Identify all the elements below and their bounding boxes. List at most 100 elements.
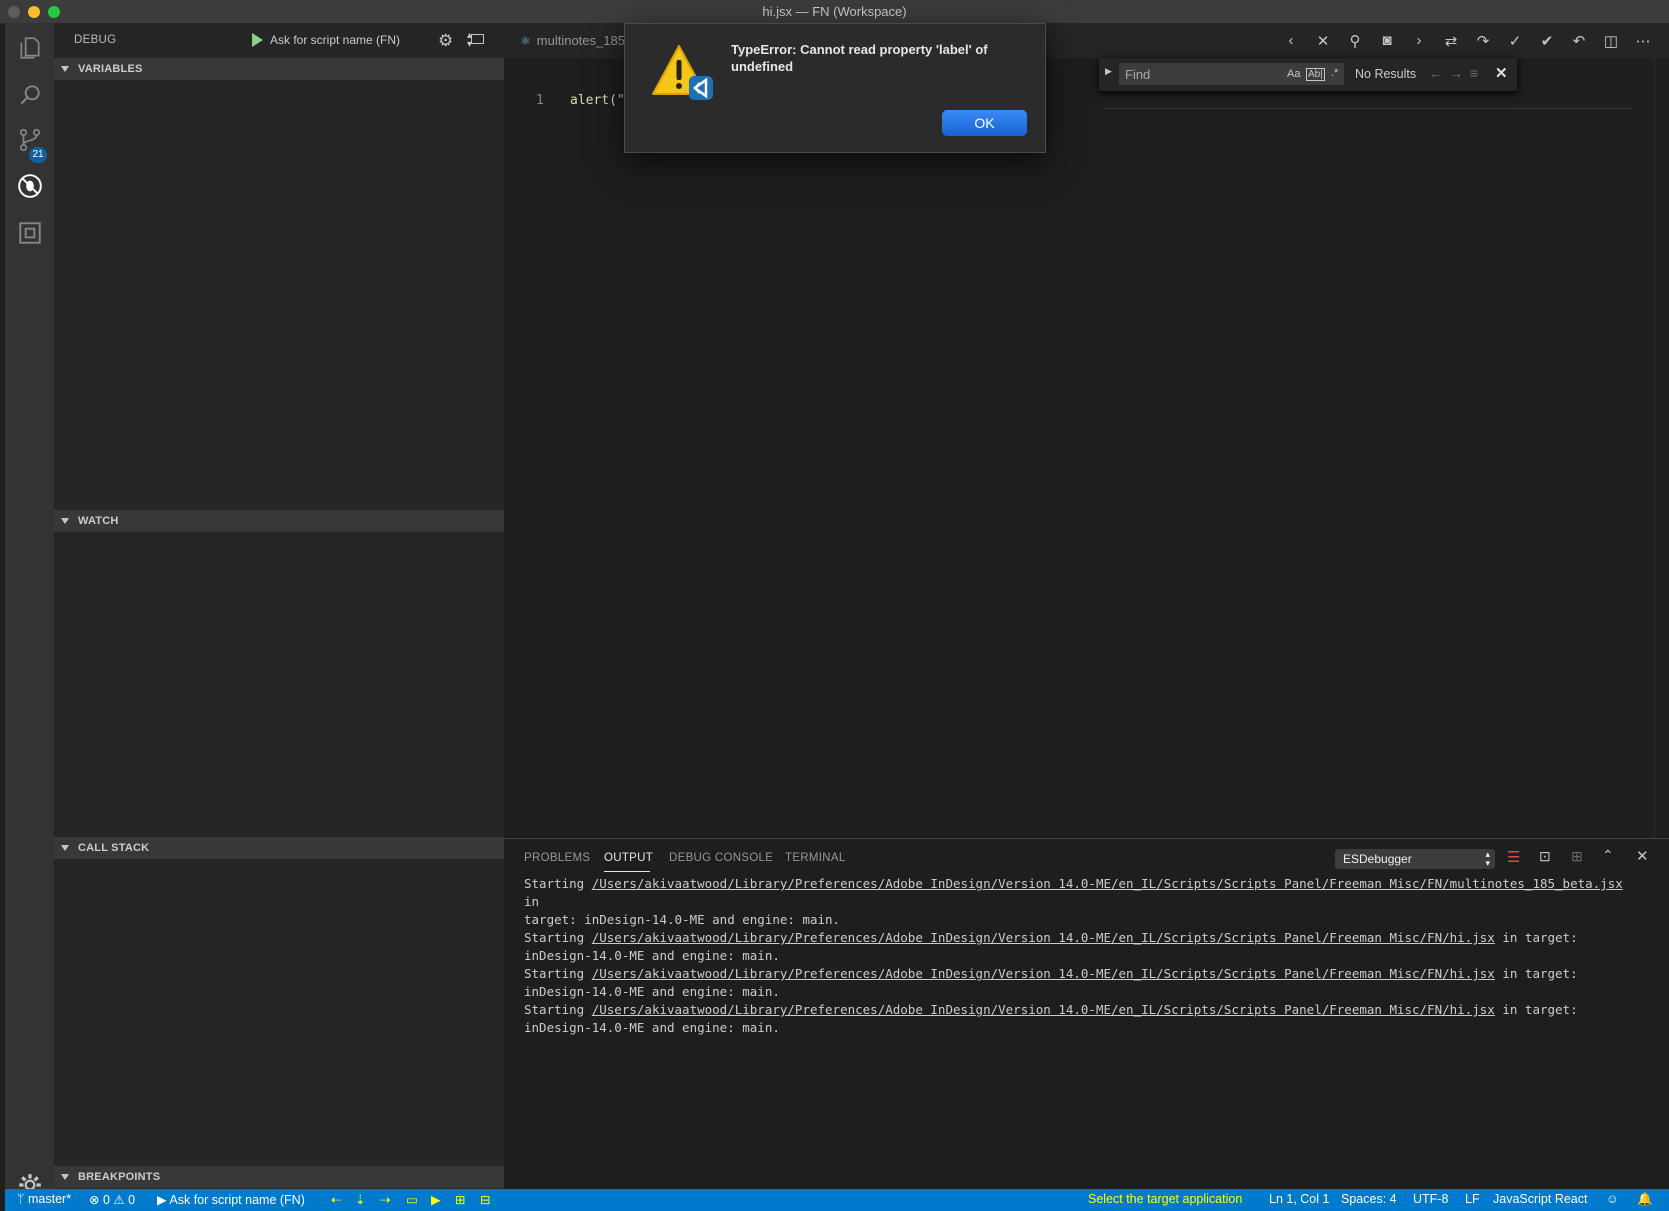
debug-toolbar: DEBUG Ask for script name (FN) ▴ ▾ ⚙	[54, 23, 504, 58]
output-channel-value: ESDebugger	[1343, 852, 1412, 866]
continue-icon[interactable]: ⇠	[331, 1192, 341, 1207]
output-entry: Starting /Users/akivaatwood/Library/Pref…	[524, 876, 1623, 927]
step-over-icon[interactable]: ⇢	[380, 1192, 390, 1207]
undo-icon[interactable]: ↶	[1563, 32, 1595, 50]
run-icon[interactable]: ▶	[431, 1192, 441, 1207]
react-file-icon: ⚛	[520, 33, 531, 48]
variables-title: VARIABLES	[78, 63, 143, 75]
call-stack-title: CALL STACK	[78, 842, 150, 854]
add-icon[interactable]: ⊞	[455, 1192, 465, 1207]
match-case-icon[interactable]: Aa	[1287, 68, 1300, 80]
editor-actions: ‹ ✕ ⚲ ◙ › ⇄ ↷ ✓ ✔ ↶ ◫ ⋯	[1275, 23, 1659, 58]
collapse-icon	[61, 1174, 69, 1180]
tab-debug-console[interactable]: DEBUG CONSOLE	[669, 852, 773, 864]
tab-output[interactable]: OUTPUT	[604, 852, 653, 864]
encoding-status[interactable]: UTF-8	[1413, 1192, 1448, 1206]
extensions-button[interactable]	[5, 213, 54, 253]
feedback-icon[interactable]: ☺	[1606, 1192, 1619, 1206]
dialog-message: TypeError: Cannot read property 'label' …	[731, 42, 988, 74]
file-link[interactable]: /Users/akivaatwood/Library/Preferences/A…	[592, 876, 1623, 891]
code-line[interactable]: alert("	[570, 93, 625, 108]
debug-title: DEBUG	[74, 34, 117, 46]
tab-problems[interactable]: PROBLEMS	[524, 852, 590, 864]
tab-multinotes[interactable]: ⚛ multinotes_185	[504, 23, 641, 58]
output-entry: Starting /Users/akivaatwood/Library/Pref…	[524, 966, 1578, 999]
lock-icon[interactable]: ⊡	[1539, 848, 1551, 865]
gear-icon[interactable]: ⚙	[438, 31, 453, 51]
match-word-icon[interactable]: Ab|	[1306, 68, 1325, 81]
file-link[interactable]: /Users/akivaatwood/Library/Preferences/A…	[592, 966, 1495, 981]
explorer-button[interactable]	[5, 28, 54, 68]
select-arrows-icon: ▴ ▾	[1485, 849, 1490, 868]
previous-match-icon[interactable]: ←	[1429, 65, 1443, 81]
file-link[interactable]: /Users/akivaatwood/Library/Preferences/A…	[592, 930, 1495, 945]
close-icon[interactable]: ✕	[1307, 32, 1339, 50]
compare-icon[interactable]: ⇄	[1435, 32, 1467, 50]
files-icon	[19, 37, 40, 59]
cursor-position[interactable]: Ln 1, Col 1	[1269, 1192, 1329, 1206]
ok-button[interactable]: OK	[942, 110, 1027, 136]
check-icon[interactable]: ✓	[1499, 32, 1531, 50]
breakpoints-section-header[interactable]: BREAKPOINTS	[54, 1166, 504, 1188]
debug-config-status[interactable]: ▶ Ask for script name (FN)	[157, 1192, 305, 1207]
branch-icon: ᛘ	[17, 1192, 25, 1206]
search-icon[interactable]: ⚲	[1339, 32, 1371, 50]
language-status[interactable]: JavaScript React	[1493, 1192, 1587, 1206]
collapse-icon	[61, 518, 69, 524]
debug-icon	[17, 174, 42, 198]
source-control-button[interactable]: 21	[5, 120, 54, 163]
collapse-icon	[61, 66, 69, 72]
output-entry: Starting /Users/akivaatwood/Library/Pref…	[524, 930, 1578, 963]
watch-section-header[interactable]: WATCH	[54, 510, 504, 532]
call-stack-section-header[interactable]: CALL STACK	[54, 837, 504, 859]
activity-bar: 21	[5, 23, 54, 1196]
debug-sidebar: DEBUG Ask for script name (FN) ▴ ▾ ⚙ VARI…	[54, 23, 504, 1189]
indentation-status[interactable]: Spaces: 4	[1341, 1192, 1397, 1206]
next-match-icon[interactable]: →	[1449, 65, 1463, 81]
find-widget: ▶ Aa Ab| .* No Results ← → ≡ ✕	[1099, 58, 1517, 91]
error-dialog: TypeError: Cannot read property 'label' …	[624, 23, 1046, 153]
debug-console-icon[interactable]	[471, 34, 484, 44]
next-icon[interactable]: ›	[1403, 32, 1435, 49]
close-find-icon[interactable]: ✕	[1495, 64, 1508, 82]
output-channel-select[interactable]: ESDebugger ▴ ▾	[1335, 849, 1495, 869]
target-app-status[interactable]: Select the target application	[1088, 1192, 1242, 1206]
bell-icon[interactable]: 🔔	[1637, 1192, 1653, 1207]
split-editor-icon[interactable]: ◫	[1595, 32, 1627, 50]
output-entry: Starting /Users/akivaatwood/Library/Pref…	[524, 1002, 1578, 1035]
check-all-icon[interactable]: ✔	[1531, 32, 1563, 50]
editor-scrollbar[interactable]	[1654, 58, 1669, 838]
tab-terminal[interactable]: TERMINAL	[785, 852, 846, 864]
collapse-icon	[61, 845, 69, 851]
clear-output-icon[interactable]: ☰	[1507, 848, 1520, 866]
step-into-icon[interactable]: ⇣	[355, 1192, 365, 1207]
maximize-panel-icon[interactable]: ⌃	[1602, 847, 1614, 864]
remove-icon[interactable]: ⊟	[480, 1192, 490, 1207]
folder-icon[interactable]: ▭	[406, 1192, 418, 1207]
debug-view-button[interactable]	[5, 166, 54, 206]
output-log: Starting /Users/akivaatwood/Library/Pref…	[524, 875, 1644, 1037]
extensions-icon	[18, 222, 41, 244]
problems-status[interactable]: ⊗ 0 ⚠ 0	[89, 1192, 135, 1207]
warning-icon: ⚠	[113, 1193, 125, 1207]
search-view-button[interactable]	[5, 75, 54, 115]
regex-icon[interactable]: .*	[1331, 67, 1338, 79]
branch-status[interactable]: ᛘ master*	[17, 1192, 71, 1206]
open-log-icon[interactable]: ⊞	[1571, 848, 1583, 865]
bottom-panel: PROBLEMS OUTPUT DEBUG CONSOLE TERMINAL E…	[504, 838, 1669, 1190]
preview-icon[interactable]: ◙	[1371, 32, 1403, 49]
variables-section-header[interactable]: VARIABLES	[54, 58, 504, 80]
previous-icon[interactable]: ‹	[1275, 32, 1307, 49]
toggle-replace-icon[interactable]: ▶	[1105, 66, 1112, 77]
divider	[1104, 108, 1634, 109]
warning-icon	[652, 45, 713, 100]
active-tab-indicator	[604, 871, 650, 872]
more-actions-icon[interactable]: ⋯	[1627, 32, 1659, 50]
redo-icon[interactable]: ↷	[1467, 32, 1499, 50]
eol-status[interactable]: LF	[1465, 1192, 1480, 1206]
find-in-selection-icon[interactable]: ≡	[1470, 65, 1478, 81]
line-number: 1	[536, 93, 544, 108]
file-link[interactable]: /Users/akivaatwood/Library/Preferences/A…	[592, 1002, 1495, 1017]
status-bar: ᛘ master* ⊗ 0 ⚠ 0 ▶ Ask for script name …	[5, 1189, 1669, 1211]
close-panel-icon[interactable]: ✕	[1636, 847, 1649, 865]
